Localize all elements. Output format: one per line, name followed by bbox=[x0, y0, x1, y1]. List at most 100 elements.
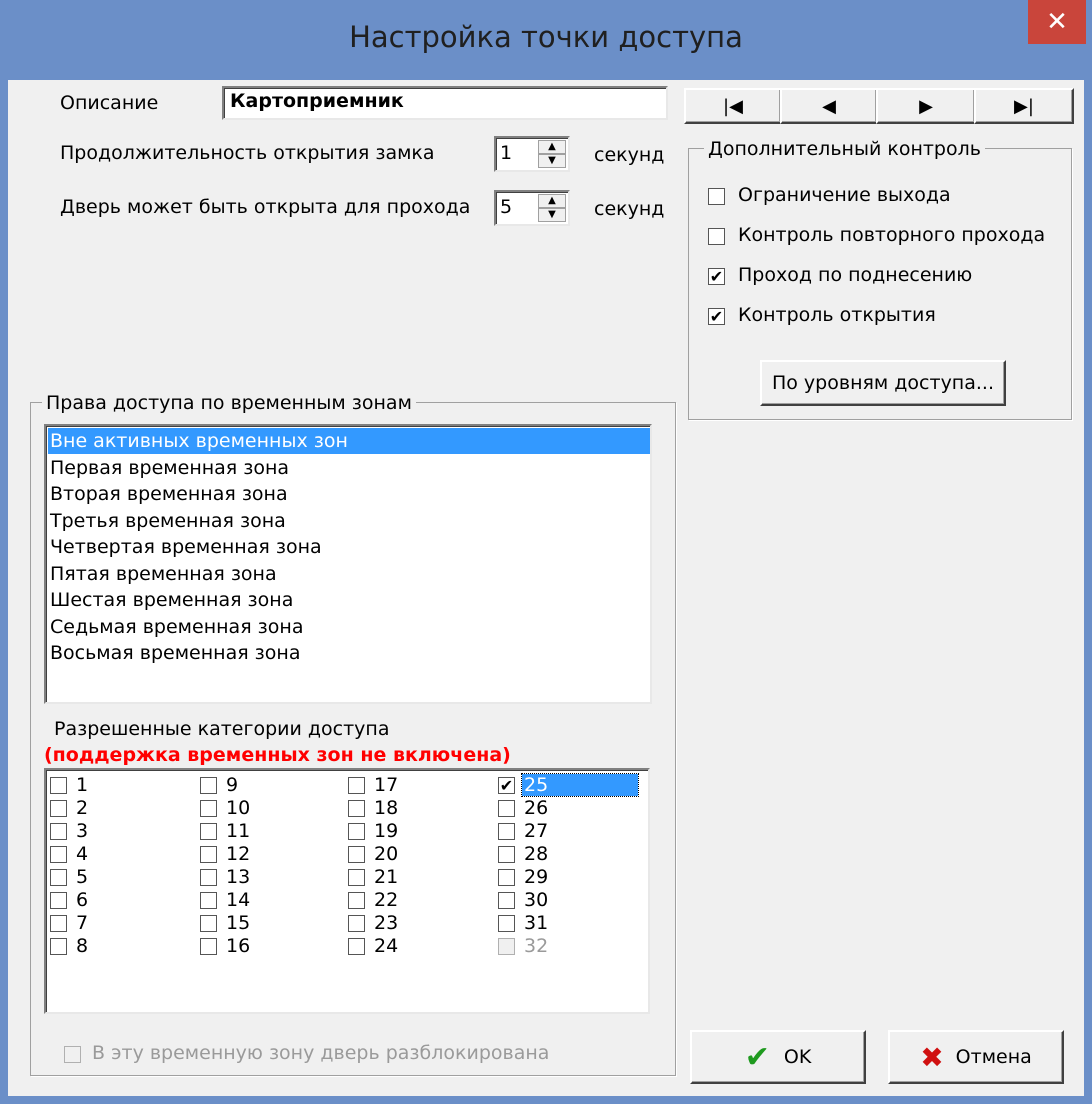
timezone-list-item[interactable]: Четвертая временная зона bbox=[48, 534, 322, 560]
lock-duration-arrows[interactable]: ▲ ▼ bbox=[538, 140, 566, 168]
nav-last-button[interactable]: ▶| bbox=[974, 88, 1074, 124]
category-checkbox[interactable] bbox=[50, 938, 67, 955]
door-open-spinner[interactable]: 5 ▲ ▼ bbox=[494, 190, 570, 226]
spin-down-icon[interactable]: ▼ bbox=[538, 154, 566, 168]
category-checkbox[interactable] bbox=[50, 846, 67, 863]
category-checkbox[interactable] bbox=[50, 823, 67, 840]
category-label: 25 bbox=[521, 773, 639, 797]
restrict-exit-label[interactable]: Ограничение выхода bbox=[738, 184, 951, 206]
timezones-listbox[interactable]: Вне активных временных зон Первая временн… bbox=[44, 424, 652, 704]
category-label: 10 bbox=[226, 797, 251, 819]
ok-button[interactable]: ✔ OK bbox=[690, 1030, 866, 1084]
category-checkbox[interactable] bbox=[498, 915, 515, 932]
category-label: 21 bbox=[374, 866, 399, 888]
category-checkbox[interactable] bbox=[50, 915, 67, 932]
category-label: 16 bbox=[226, 935, 251, 957]
close-button[interactable]: ✕ bbox=[1028, 0, 1086, 44]
pass-on-present-label[interactable]: Проход по поднесению bbox=[738, 264, 972, 286]
category-checkbox[interactable] bbox=[50, 892, 67, 909]
category-checkbox[interactable] bbox=[348, 823, 365, 840]
category-label: 6 bbox=[76, 889, 89, 911]
timezone-list-item[interactable]: Пятая временная зона bbox=[48, 561, 277, 587]
category-checkbox[interactable] bbox=[348, 892, 365, 909]
access-levels-button[interactable]: По уровням доступа... bbox=[760, 360, 1006, 406]
category-checkbox[interactable] bbox=[348, 846, 365, 863]
window-title: Настройка точки доступа bbox=[349, 20, 743, 54]
unlock-zone-checkbox[interactable] bbox=[64, 1046, 81, 1063]
timezone-list-item[interactable]: Вне активных временных зон bbox=[48, 428, 650, 454]
category-checkbox[interactable] bbox=[348, 938, 365, 955]
category-label: 31 bbox=[524, 912, 549, 934]
cancel-button[interactable]: ✖ Отмена bbox=[888, 1030, 1064, 1084]
antipassback-label[interactable]: Контроль повторного прохода bbox=[738, 224, 1045, 246]
check-icon: ✔ bbox=[499, 775, 514, 795]
spin-up-icon[interactable]: ▲ bbox=[538, 194, 566, 208]
spin-up-icon[interactable]: ▲ bbox=[538, 140, 566, 154]
door-open-value: 5 bbox=[500, 196, 513, 218]
category-label: 15 bbox=[226, 912, 251, 934]
category-label: 20 bbox=[374, 843, 399, 865]
category-checkbox[interactable]: ✔ bbox=[498, 777, 515, 794]
category-label: 8 bbox=[76, 935, 89, 957]
category-checkbox[interactable] bbox=[348, 869, 365, 886]
dialog-window: Настройка точки доступа ✕ Описание Карто… bbox=[0, 0, 1092, 1104]
category-checkbox[interactable] bbox=[498, 869, 515, 886]
category-label: 3 bbox=[76, 820, 89, 842]
categories-label: Разрешенные категории доступа bbox=[54, 718, 390, 740]
category-checkbox[interactable] bbox=[200, 846, 217, 863]
lock-duration-unit: секунд bbox=[594, 144, 665, 166]
category-label: 2 bbox=[76, 797, 89, 819]
category-checkbox[interactable] bbox=[498, 823, 515, 840]
timezone-list-item[interactable]: Третья временная зона bbox=[48, 508, 286, 534]
category-checkbox[interactable] bbox=[348, 800, 365, 817]
open-control-checkbox[interactable]: ✔ bbox=[708, 308, 725, 325]
nav-first-button[interactable]: |◀ bbox=[684, 88, 782, 124]
category-label: 18 bbox=[374, 797, 399, 819]
antipassback-checkbox[interactable] bbox=[708, 228, 725, 245]
category-label: 14 bbox=[226, 889, 251, 911]
title-bar[interactable]: Настройка точки доступа ✕ bbox=[0, 0, 1092, 88]
ok-button-label: OK bbox=[783, 1046, 812, 1068]
door-open-arrows[interactable]: ▲ ▼ bbox=[538, 194, 566, 222]
open-control-label[interactable]: Контроль открытия bbox=[738, 304, 936, 326]
category-checkbox[interactable] bbox=[200, 938, 217, 955]
category-checkbox[interactable] bbox=[200, 892, 217, 909]
spin-down-icon[interactable]: ▼ bbox=[538, 208, 566, 222]
ok-check-icon: ✔ bbox=[744, 1039, 770, 1075]
restrict-exit-checkbox[interactable] bbox=[708, 188, 725, 205]
category-checkbox[interactable] bbox=[348, 915, 365, 932]
category-checkbox[interactable] bbox=[498, 846, 515, 863]
timezone-list-item[interactable]: Седьмая временная зона bbox=[48, 614, 303, 640]
category-checkbox[interactable] bbox=[50, 777, 67, 794]
category-checkbox[interactable] bbox=[200, 800, 217, 817]
category-label: 11 bbox=[226, 820, 251, 842]
category-checkbox[interactable] bbox=[348, 777, 365, 794]
category-label: 13 bbox=[226, 866, 251, 888]
category-label: 27 bbox=[524, 820, 549, 842]
category-checkbox[interactable] bbox=[498, 938, 515, 955]
category-checkbox[interactable] bbox=[200, 869, 217, 886]
description-label: Описание bbox=[60, 92, 159, 114]
category-checkbox[interactable] bbox=[200, 823, 217, 840]
nav-next-button[interactable]: ▶ bbox=[876, 88, 976, 124]
category-checkbox[interactable] bbox=[200, 777, 217, 794]
door-open-unit: секунд bbox=[594, 198, 665, 220]
pass-on-present-checkbox[interactable]: ✔ bbox=[708, 268, 725, 285]
category-label: 29 bbox=[524, 866, 549, 888]
nav-prev-button[interactable]: ◀ bbox=[780, 88, 878, 124]
description-input[interactable]: Картоприемник bbox=[222, 86, 668, 120]
categories-listbox[interactable]: 1 2 3 4 5 6 7 8 9 10 11 12 13 14 15 16 17 18 19 20 21 22 23 24 ✔… bbox=[44, 768, 650, 1014]
timezone-list-item[interactable]: Восьмая временная зона bbox=[48, 640, 300, 666]
category-label: 28 bbox=[524, 843, 549, 865]
timezone-list-item[interactable]: Первая временная зона bbox=[48, 455, 289, 481]
category-checkbox[interactable] bbox=[498, 892, 515, 909]
category-checkbox[interactable] bbox=[50, 800, 67, 817]
timezone-list-item[interactable]: Шестая временная зона bbox=[48, 587, 293, 613]
category-checkbox[interactable] bbox=[200, 915, 217, 932]
timezone-list-item[interactable]: Вторая временная зона bbox=[48, 481, 288, 507]
lock-duration-spinner[interactable]: 1 ▲ ▼ bbox=[494, 136, 570, 172]
category-label: 4 bbox=[76, 843, 89, 865]
lock-duration-label: Продолжительность открытия замка bbox=[60, 142, 435, 164]
category-checkbox[interactable] bbox=[498, 800, 515, 817]
category-checkbox[interactable] bbox=[50, 869, 67, 886]
